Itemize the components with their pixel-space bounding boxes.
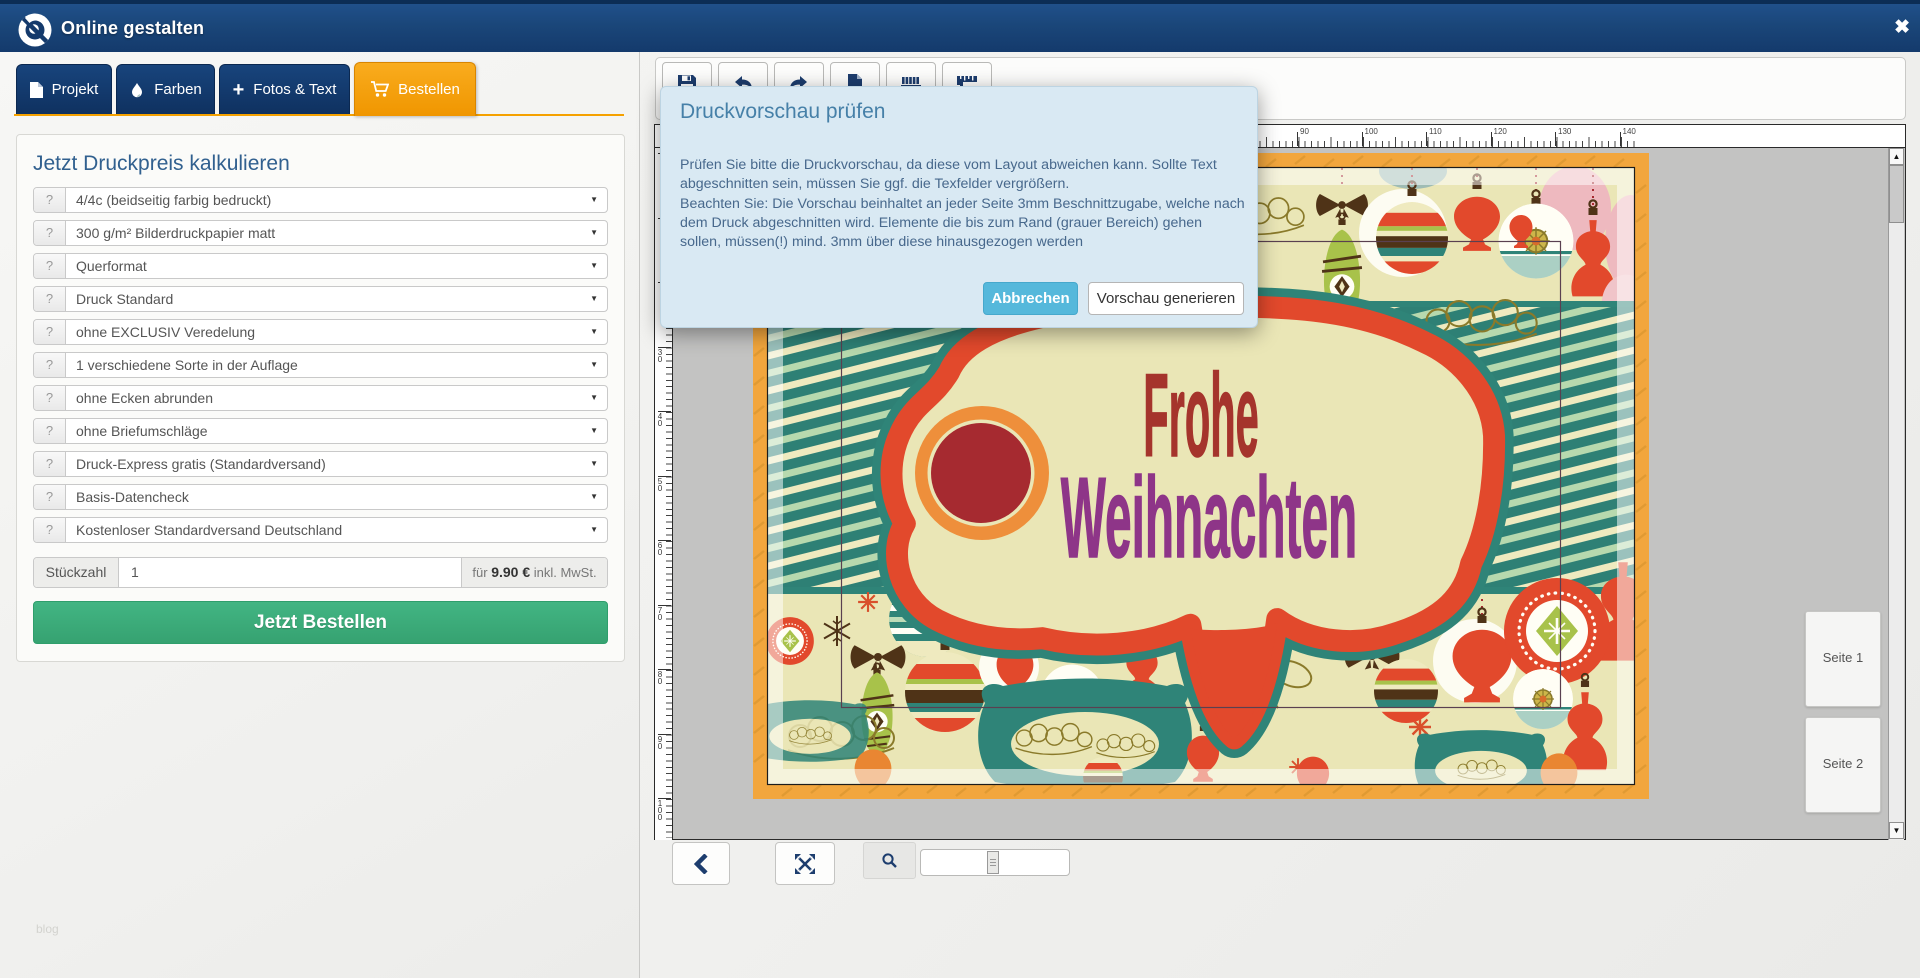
svg-text:Weihnachten: Weihnachten: [1061, 455, 1357, 582]
